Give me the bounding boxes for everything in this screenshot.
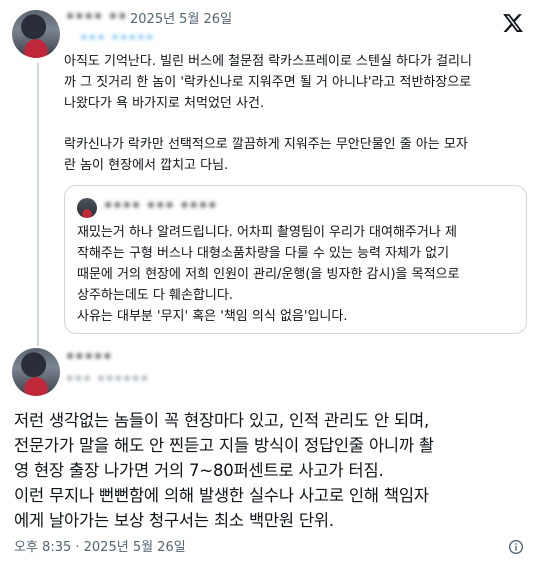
quoted-author-avatar	[77, 198, 97, 218]
author-handle[interactable]: ••• •••••	[80, 31, 154, 46]
quoted-body-line: 상주하는데도 다 훼손합니다.	[77, 288, 233, 303]
post-body-line: 락카신나가 락카만 선택적으로 깔끔하게 지워주는 무안단물인 줄 아는 모자	[64, 137, 468, 152]
quoted-body-line: 때문에 거의 현장에 저희 인원이 관리/운행(을 빙자한 감시)을 목적으로	[77, 267, 460, 282]
quoted-body-line: 사유는 대부분 '무지' 혹은 '책임 의식 없음'입니다.	[77, 309, 348, 324]
post-body-line: 란 놈이 현장에서 깝치고 다님.	[64, 158, 229, 173]
x-logo-icon[interactable]	[502, 12, 524, 34]
thread-connector-line	[37, 63, 39, 346]
author-name[interactable]: •••• ••	[66, 10, 127, 25]
quoted-author-name: •••• ••• ••••	[104, 199, 218, 214]
reply-body-line: 영 현장 출장 나가면 거의 7~80퍼센트로 사고가 터짐.	[14, 461, 384, 480]
info-icon[interactable]	[508, 539, 524, 555]
quoted-body-line: 재밌는거 하나 알려드립니다. 어차피 촬영팀이 우리가 대여해주거나 제	[77, 225, 457, 240]
reply-body-line: 전문가가 말을 해도 안 찐듣고 지들 방식이 정답인줄 아니까 촬	[14, 436, 434, 455]
reply-author-name[interactable]: •••••	[66, 350, 113, 365]
post-body-line: 까 그 짓거리 한 놈이 '락카신나로 지워주면 될 거 아니냐'라고 적반하장…	[64, 75, 472, 90]
reply-author-avatar[interactable]	[12, 348, 60, 396]
post-date[interactable]: 2025년 5월 26일	[130, 9, 232, 30]
reply-body-line: 에게 날아가는 보상 청구서는 최소 백만원 단위.	[14, 511, 334, 530]
reply-body-line: 저런 생각없는 놈들이 꼭 현장마다 있고, 인적 관리도 안 되며,	[14, 411, 430, 430]
reply-timestamp[interactable]: 오후 8:35 · 2025년 5월 26일	[14, 537, 186, 558]
quoted-body-line: 작해주는 구형 버스나 대형소품차량을 다룰 수 있는 능력 자체가 없기	[77, 246, 450, 261]
author-avatar[interactable]	[12, 10, 60, 58]
reply-body-line: 이런 무지나 뻔뻔함에 의해 발생한 실수나 사고로 인해 책임자	[14, 486, 429, 505]
reply-author-handle[interactable]: ••• ••••••	[66, 372, 149, 387]
post-body-line: 나왔다가 욕 바가지로 처먹었던 사건.	[64, 96, 265, 111]
post-body-line: 아직도 기억난다. 빌린 버스에 철문점 락카스프레이로 스텐실 하다가 걸리니	[64, 54, 472, 69]
